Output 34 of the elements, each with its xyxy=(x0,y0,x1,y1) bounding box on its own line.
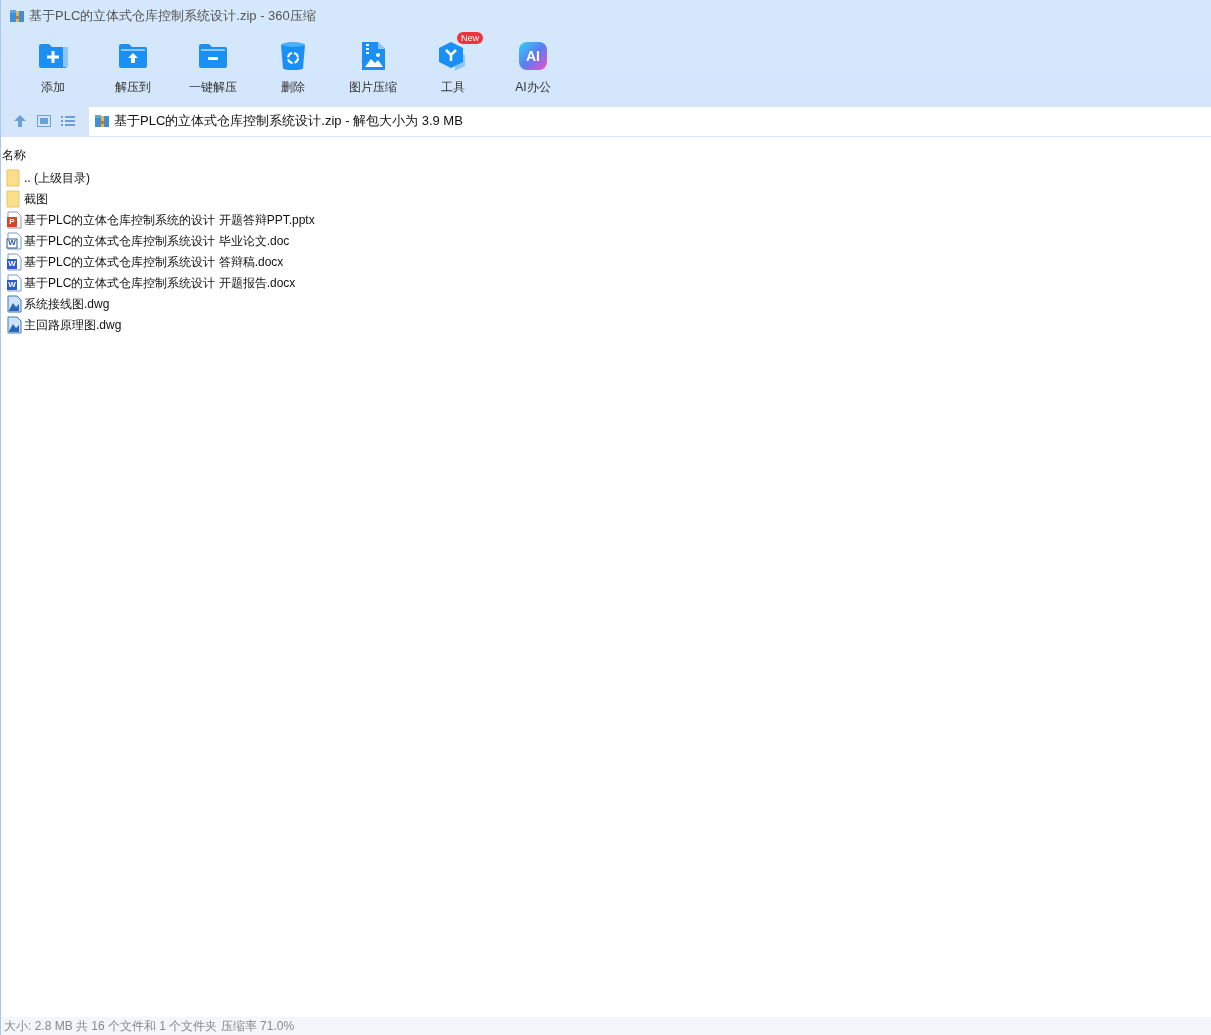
archive-icon xyxy=(9,8,25,24)
file-row[interactable]: W 基于PLC的立体式仓库控制系统设计 毕业论文.doc xyxy=(1,230,1211,251)
folder-icon xyxy=(6,168,22,187)
new-badge: New xyxy=(457,32,483,44)
document-file-icon: W xyxy=(6,252,22,271)
up-arrow-icon[interactable] xyxy=(13,114,27,128)
drawing-file-icon xyxy=(6,294,22,313)
file-row[interactable]: W 基于PLC的立体式仓库控制系统设计 答辩稿.docx xyxy=(1,251,1211,272)
drawing-file-icon xyxy=(6,315,22,334)
document-file-icon: W xyxy=(6,273,22,292)
toolbar-button[interactable]: 删除 xyxy=(253,32,333,105)
file-row[interactable]: 主回路原理图.dwg xyxy=(1,314,1211,335)
file-row[interactable]: P 基于PLC的立体仓库控制系统的设计 开题答辩PPT.pptx xyxy=(1,209,1211,230)
toolbar-button[interactable]: 一键解压 xyxy=(173,32,253,105)
archive-icon xyxy=(94,113,110,129)
column-header[interactable]: 名称 xyxy=(1,146,26,164)
address-field[interactable]: 基于PLC的立体式仓库控制系统设计.zip - 解包大小为 3.9 MB xyxy=(89,106,1211,136)
presentation-file-icon: P xyxy=(6,210,22,229)
file-row[interactable]: 截图 xyxy=(1,188,1211,209)
document-file-icon: W xyxy=(6,231,22,250)
status-text: 大小: 2.8 MB 共 16 个文件和 1 个文件夹 压缩率 71.0% xyxy=(4,1018,295,1035)
thumbnail-view-icon[interactable] xyxy=(37,115,51,127)
toolbar-button[interactable]: AI AI办公 xyxy=(493,32,573,105)
toolbar-button[interactable]: 图片压缩 xyxy=(333,32,413,105)
file-row[interactable]: 系统接线图.dwg xyxy=(1,293,1211,314)
list-view-icon[interactable] xyxy=(61,115,75,127)
folder-icon xyxy=(6,189,22,208)
toolbar-button[interactable]: 添加 xyxy=(13,32,93,105)
toolbar-button[interactable]: New 工具 xyxy=(413,32,493,105)
toolbar-button[interactable]: 解压到 xyxy=(93,32,173,105)
file-row[interactable]: W 基于PLC的立体式仓库控制系统设计 开题报告.docx xyxy=(1,272,1211,293)
file-row[interactable]: .. (上级目录) xyxy=(1,167,1211,188)
ai-app-icon: AI xyxy=(517,40,549,72)
window-title: 基于PLC的立体式仓库控制系统设计.zip - 360压缩 xyxy=(29,7,316,26)
